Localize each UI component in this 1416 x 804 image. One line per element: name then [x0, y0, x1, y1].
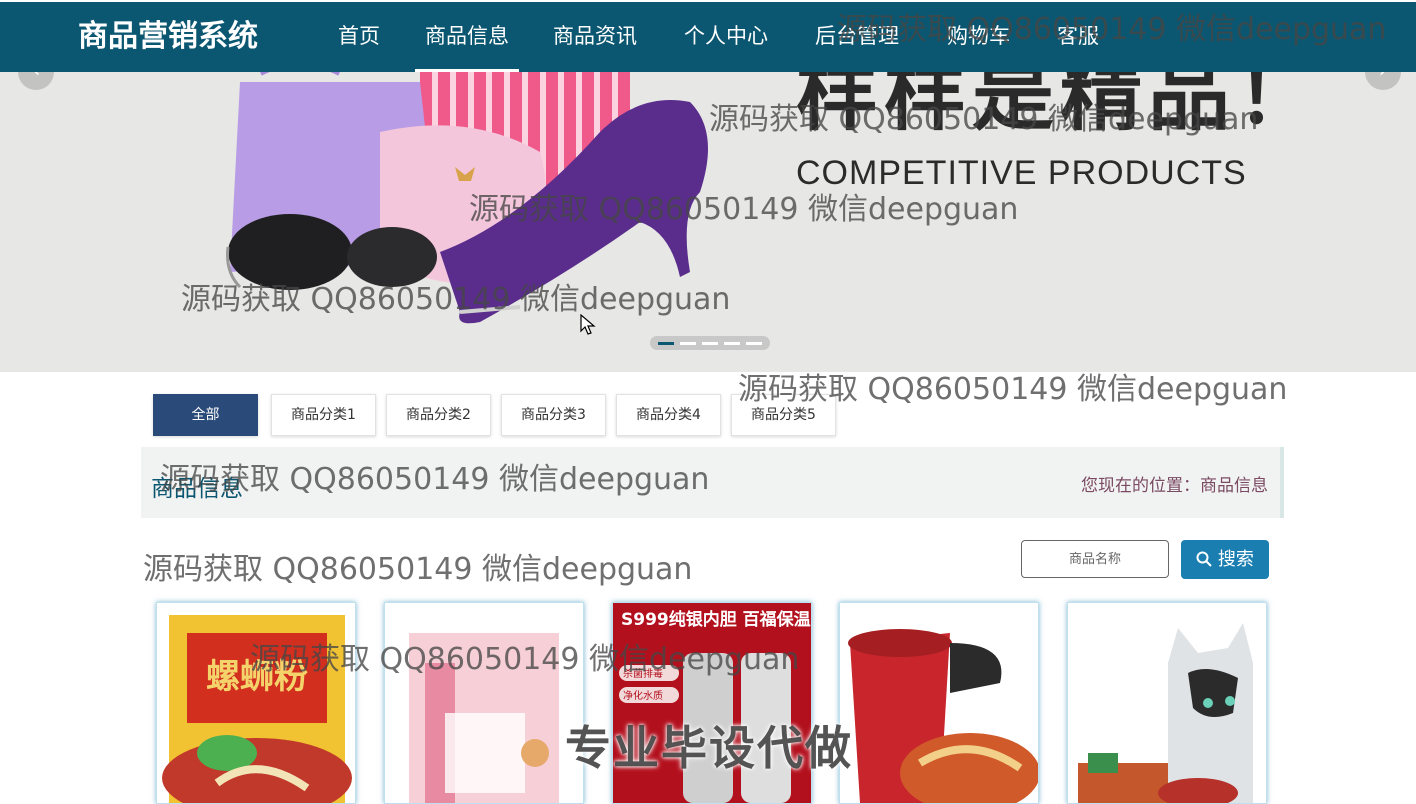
- breadcrumb-current[interactable]: 商品信息: [1200, 476, 1268, 496]
- section-header: 商品信息 您现在的位置：商品信息: [141, 447, 1284, 518]
- product-badge: 净化水质: [623, 689, 663, 702]
- search-button[interactable]: 搜索: [1181, 540, 1269, 579]
- breadcrumb-prefix: 您现在的位置：: [1081, 476, 1200, 496]
- product-card[interactable]: [839, 602, 1039, 804]
- category-tab-5[interactable]: 商品分类5: [731, 394, 836, 436]
- carousel-dot[interactable]: [658, 342, 674, 345]
- search-input[interactable]: 商品名称: [1021, 540, 1169, 578]
- nav-service[interactable]: 客服: [1057, 2, 1099, 72]
- mouse-cursor-icon: [580, 314, 596, 335]
- product-card[interactable]: [1067, 602, 1267, 804]
- breadcrumb: 您现在的位置：商品信息: [1081, 471, 1268, 496]
- carousel-dot[interactable]: [746, 342, 762, 345]
- banner-subtitle: COMPETITIVE PRODUCTS: [796, 154, 1247, 192]
- nav-home[interactable]: 首页: [338, 2, 380, 72]
- product-image: 螺蛳粉: [162, 615, 352, 803]
- product-card[interactable]: 螺蛳粉: [156, 602, 356, 804]
- banner-carousel[interactable]: ‹ › 样样是精品！ COMPETITIVE PRODUCTS: [0, 72, 1416, 372]
- watermark-big: 专业毕设代做: [565, 721, 853, 775]
- product-image-text: 螺蛳粉: [206, 657, 308, 697]
- carousel-dot[interactable]: [680, 342, 696, 345]
- category-tab-1[interactable]: 商品分类1: [271, 394, 376, 436]
- nav-user-center[interactable]: 个人中心: [684, 2, 768, 72]
- category-tab-all[interactable]: 全部: [153, 394, 258, 436]
- product-image: [848, 629, 1038, 803]
- watermark: 源码获取 QQ86050149 微信deepguan: [143, 552, 693, 587]
- nav-cart[interactable]: 购物车: [947, 2, 1010, 72]
- nav-news[interactable]: 商品资讯: [553, 2, 637, 72]
- top-navbar: 商品营销系统 首页 商品信息 商品资讯 个人中心 后台管理 购物车 客服: [0, 2, 1416, 72]
- carousel-indicators: [650, 336, 770, 350]
- search-icon: [1196, 551, 1212, 567]
- category-tab-2[interactable]: 商品分类2: [386, 394, 491, 436]
- search-button-label: 搜索: [1217, 549, 1254, 570]
- carousel-dot[interactable]: [724, 342, 740, 345]
- product-card[interactable]: [384, 602, 584, 804]
- nav-products[interactable]: 商品信息: [415, 2, 519, 72]
- site-brand[interactable]: 商品营销系统: [78, 2, 258, 72]
- product-badge: 杀菌排毒: [623, 667, 663, 680]
- nav-admin[interactable]: 后台管理: [815, 2, 899, 72]
- banner-headline: 样样是精品！: [796, 72, 1325, 142]
- category-tab-3[interactable]: 商品分类3: [501, 394, 606, 436]
- carousel-dot[interactable]: [702, 342, 718, 345]
- category-tab-4[interactable]: 商品分类4: [616, 394, 721, 436]
- product-image: [409, 633, 559, 803]
- product-image-text: S999纯银内胆 百福保温杯: [621, 609, 811, 630]
- section-title: 商品信息: [151, 476, 243, 502]
- product-image: [1078, 623, 1253, 803]
